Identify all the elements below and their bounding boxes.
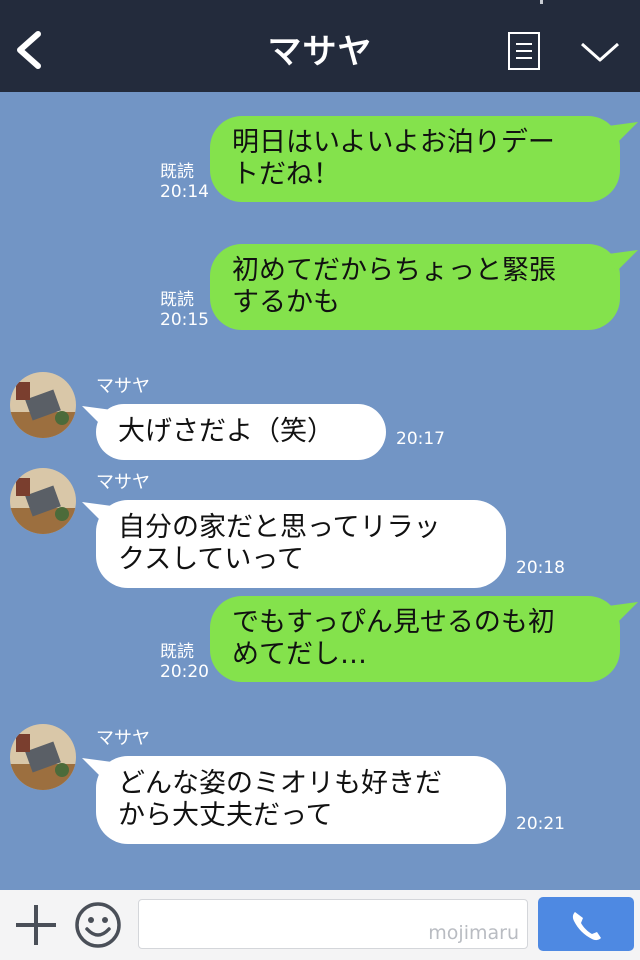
message-time: 20:14 (160, 182, 209, 202)
message-line: クスしていって (118, 544, 305, 575)
list-icon[interactable] (508, 32, 540, 70)
message-line: 明日はいよいよお泊りデー (232, 127, 555, 158)
message-bubble[interactable]: どんな姿のミオリも好きだ から大丈夫だって (96, 756, 506, 844)
sender-name: マサヤ (96, 472, 150, 493)
chat-header: マサヤ (0, 0, 640, 92)
chevron-down-icon[interactable] (580, 38, 620, 66)
message-time: 20:18 (516, 558, 565, 578)
avatar[interactable] (10, 468, 76, 534)
message-list[interactable]: 既読 20:14 明日はいよいよお泊りデー トだね！ 既読 20:15 初めてだ… (0, 92, 640, 890)
emoji-icon[interactable] (74, 901, 122, 949)
bubble-tail (608, 250, 638, 272)
avatar-image (10, 724, 76, 790)
sender-name: マサヤ (96, 728, 150, 749)
avatar-image (10, 372, 76, 438)
message-line: 大げさだよ（笑） (118, 416, 334, 447)
message-line: でもすっぴん見せるのも初 (232, 607, 555, 638)
message-bubble[interactable]: 大げさだよ（笑） (96, 404, 386, 460)
avatar[interactable] (10, 724, 76, 790)
message-line: トだね！ (232, 159, 340, 190)
avatar-image (10, 468, 76, 534)
chat-title: マサヤ (267, 32, 373, 72)
read-receipt: 既読 (160, 642, 194, 662)
plus-icon[interactable] (14, 903, 58, 947)
message-time: 20:21 (516, 814, 565, 834)
read-receipt: 既読 (160, 290, 194, 310)
bubble-tail (608, 122, 638, 144)
watermark: mojimaru (428, 922, 519, 944)
message-bubble[interactable]: 明日はいよいよお泊りデー トだね！ (210, 116, 620, 202)
read-receipt: 既読 (160, 162, 194, 182)
message-time: 20:15 (160, 310, 209, 330)
message-meta: 既読 20:14 (160, 162, 209, 202)
status-mark (540, 0, 543, 4)
message-line: から大丈夫だって (118, 800, 333, 831)
message-line: めてだし… (232, 639, 367, 670)
message-time: 20:17 (396, 429, 445, 449)
avatar[interactable] (10, 372, 76, 438)
bubble-tail (608, 602, 638, 624)
call-button[interactable] (538, 897, 634, 951)
message-bubble[interactable]: でもすっぴん見せるのも初 めてだし… (210, 596, 620, 682)
message-bubble[interactable]: 自分の家だと思ってリラッ クスしていって (96, 500, 506, 588)
sender-name: マサヤ (96, 376, 150, 397)
message-time: 20:20 (160, 662, 209, 682)
message-line: 自分の家だと思ってリラッ (118, 512, 441, 543)
phone-icon (572, 912, 601, 941)
message-meta: 既読 20:20 (160, 642, 209, 682)
message-input[interactable]: mojimaru (138, 899, 528, 949)
message-line: するかも (232, 287, 340, 318)
message-line: どんな姿のミオリも好きだ (118, 768, 442, 799)
message-meta: 既読 20:15 (160, 290, 209, 330)
message-bubble[interactable]: 初めてだからちょっと緊張 するかも (210, 244, 620, 330)
message-line: 初めてだからちょっと緊張 (232, 255, 556, 286)
